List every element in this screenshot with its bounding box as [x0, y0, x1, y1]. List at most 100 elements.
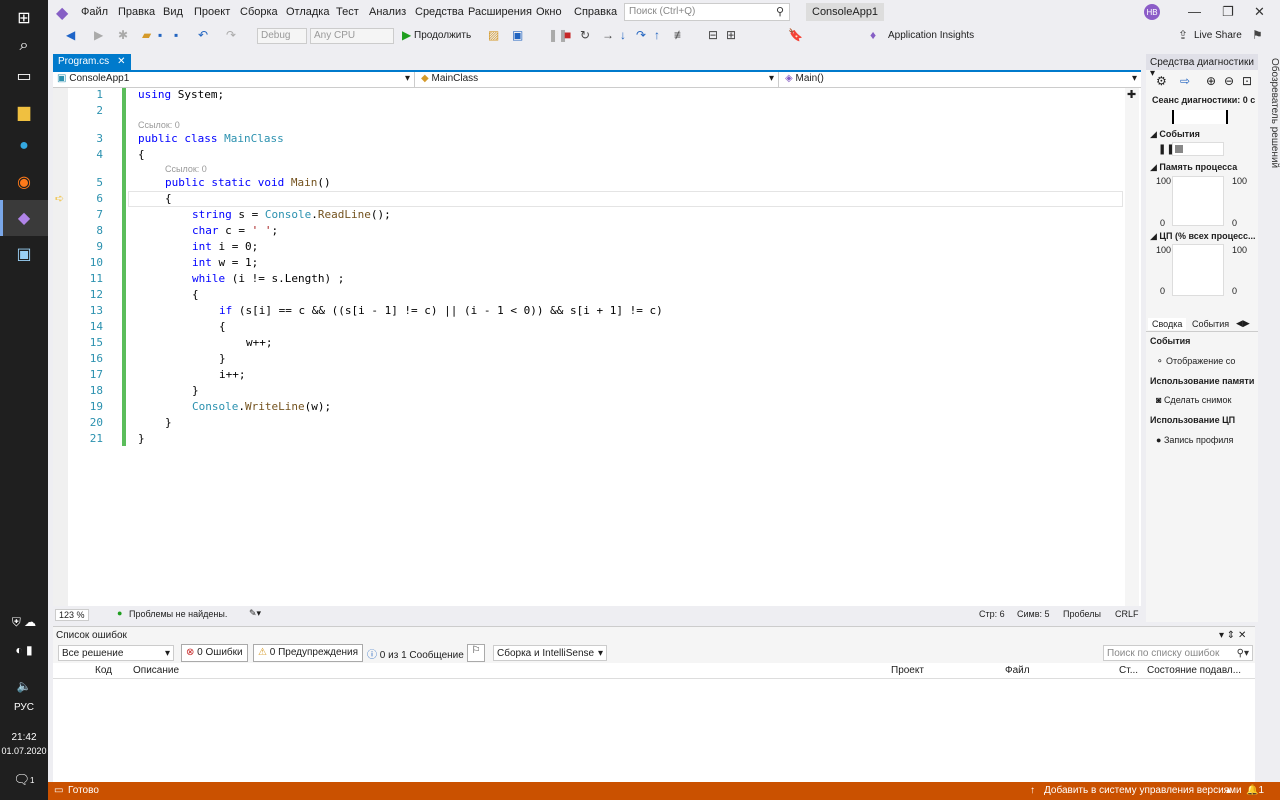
- avatar[interactable]: НВ: [1144, 4, 1160, 20]
- add-to-source-control[interactable]: Добавить в систему управления версиями: [1044, 785, 1242, 796]
- close-icon[interactable]: ✕: [1254, 4, 1265, 20]
- redo-icon[interactable]: ↷: [226, 28, 236, 42]
- split-icon[interactable]: ✚: [1127, 88, 1136, 101]
- col-description[interactable]: Описание: [133, 665, 179, 676]
- project-dropdown[interactable]: ▣ ConsoleApp1 ▾: [53, 72, 415, 87]
- maximize-icon[interactable]: ❐: [1222, 4, 1234, 20]
- code-line[interactable]: int w = 1;: [192, 256, 258, 269]
- code-editor[interactable]: ➪ 1 2 3 4 5 6 7 8 9 10 11 12 13 14 15 16…: [53, 88, 1141, 606]
- codelens-references[interactable]: Ссылок: 0: [138, 120, 180, 130]
- visual-studio-icon[interactable]: ◆: [0, 200, 48, 236]
- clock-time[interactable]: 21:42: [0, 732, 48, 743]
- show-next-statement-icon[interactable]: →: [602, 28, 614, 42]
- language-indicator[interactable]: РУС: [0, 702, 48, 713]
- tab-summary[interactable]: Сводка: [1148, 318, 1187, 330]
- file-explorer-icon[interactable]: ▆: [0, 94, 48, 130]
- menu-view[interactable]: Вид: [163, 6, 183, 18]
- record-profile-button[interactable]: ● Запись профиля: [1156, 435, 1233, 445]
- filter-icon[interactable]: ⚐: [467, 644, 485, 662]
- comment-icon[interactable]: ⊟: [708, 28, 718, 42]
- whitespace-indicator[interactable]: Пробелы: [1063, 609, 1101, 619]
- quick-search-input[interactable]: Поиск (Ctrl+Q): [624, 3, 790, 21]
- tab-events[interactable]: События: [1192, 319, 1229, 329]
- build-filter-select[interactable]: Сборка и IntelliSense ▾: [493, 645, 607, 661]
- scope-select[interactable]: Все решение ▾: [58, 645, 174, 661]
- undo-icon[interactable]: ↶: [198, 28, 208, 42]
- step-into-icon[interactable]: ↓: [620, 28, 626, 42]
- code-line[interactable]: public static void Main(): [165, 176, 331, 189]
- hot-reload-icon[interactable]: ▨: [488, 28, 499, 42]
- cleanup-icon[interactable]: ✎▾: [249, 608, 261, 619]
- export-icon[interactable]: ⇨: [1180, 74, 1190, 88]
- menu-tools[interactable]: Средства: [415, 6, 464, 18]
- col-indicator[interactable]: Симв: 5: [1017, 609, 1050, 619]
- error-search-input[interactable]: Поиск по списку ошибок ⚲▾: [1103, 645, 1253, 661]
- member-dropdown[interactable]: ◈ Main() ▾: [781, 72, 1141, 87]
- code-line[interactable]: }: [165, 416, 172, 429]
- play-icon[interactable]: ▶: [402, 28, 411, 42]
- thread-icon[interactable]: ≢: [674, 28, 686, 42]
- live-share-icon[interactable]: ⇪: [1178, 28, 1188, 42]
- clock-date[interactable]: 01.07.2020: [0, 746, 48, 756]
- panel-window-icons[interactable]: ▾ ⇕ ✕: [1219, 630, 1246, 641]
- codelens-references[interactable]: Ссылок: 0: [165, 164, 207, 174]
- zoom-out-icon[interactable]: ⊖: [1224, 74, 1234, 88]
- step-over-icon[interactable]: ↷: [636, 28, 646, 42]
- col-suppression[interactable]: Состояние подавл...: [1147, 665, 1241, 676]
- open-folder-icon[interactable]: ▰: [142, 28, 151, 42]
- code-line[interactable]: {: [219, 320, 226, 333]
- menu-window[interactable]: Окно: [536, 6, 562, 18]
- code-line[interactable]: }: [138, 432, 145, 445]
- zoom-select[interactable]: 123 %: [55, 609, 89, 621]
- line-indicator[interactable]: Стр: 6: [979, 609, 1005, 619]
- notifications-bell-icon[interactable]: 🔔1: [1246, 785, 1264, 796]
- code-line[interactable]: w++;: [246, 336, 273, 349]
- notifications-icon[interactable]: 🗨 1: [0, 762, 48, 798]
- minimize-icon[interactable]: —: [1188, 4, 1201, 19]
- code-line[interactable]: Console.WriteLine(w);: [192, 400, 331, 413]
- issues-status[interactable]: Проблемы не найдены.: [129, 609, 227, 619]
- col-line[interactable]: Ст...: [1119, 665, 1138, 676]
- new-project-icon[interactable]: ✱: [118, 28, 128, 42]
- code-line[interactable]: while (i != s.Length) ;: [192, 272, 344, 285]
- restart-icon[interactable]: ↻: [580, 28, 590, 42]
- code-line[interactable]: if (s[i] == c && ((s[i - 1] != c) || (i …: [219, 304, 663, 317]
- task-view-icon[interactable]: ▭: [0, 58, 48, 94]
- tray-icons-2[interactable]: ◐ ▮: [0, 632, 48, 668]
- code-line[interactable]: using System;: [138, 88, 224, 101]
- memory-section[interactable]: ◢ Память процесса: [1150, 162, 1237, 173]
- code-line[interactable]: {: [138, 148, 145, 161]
- uncomment-icon[interactable]: ⊞: [726, 28, 736, 42]
- col-project[interactable]: Проект: [891, 665, 924, 676]
- menu-edit[interactable]: Правка: [118, 6, 155, 18]
- reset-zoom-icon[interactable]: ⊡: [1242, 74, 1252, 88]
- show-events-link[interactable]: ⚬ Отображение со: [1156, 356, 1256, 367]
- col-code[interactable]: Код: [95, 665, 112, 676]
- menu-debug[interactable]: Отладка: [286, 6, 329, 18]
- code-line[interactable]: public class MainClass: [138, 132, 284, 145]
- close-icon[interactable]: ✕: [117, 56, 125, 68]
- menu-file[interactable]: Файл: [81, 6, 108, 18]
- zoom-in-icon[interactable]: ⊕: [1206, 74, 1216, 88]
- menu-analyze[interactable]: Анализ: [369, 6, 406, 18]
- vertical-scrollbar[interactable]: ✚: [1125, 88, 1139, 606]
- feedback-icon[interactable]: ⚑: [1252, 28, 1263, 42]
- code-line[interactable]: {: [165, 192, 172, 205]
- solution-explorer-tab[interactable]: Обозреватель решений: [1260, 54, 1280, 622]
- chevron-up-icon[interactable]: ▴: [1226, 785, 1231, 796]
- events-section[interactable]: ◢ События: [1150, 129, 1200, 140]
- messages-filter-button[interactable]: ⓘ 0 из 1 Сообщение: [363, 644, 468, 662]
- warnings-filter-button[interactable]: ⚠ 0 Предупреждения: [253, 644, 364, 662]
- menu-help[interactable]: Справка: [574, 6, 617, 18]
- class-dropdown[interactable]: ◆ MainClass ▾: [417, 72, 779, 87]
- code-line[interactable]: char c = ' ';: [192, 224, 278, 237]
- code-line[interactable]: }: [219, 352, 226, 365]
- telegram-icon[interactable]: ●: [0, 128, 48, 164]
- camera-icon[interactable]: ▣: [512, 28, 523, 42]
- breakpoint-gutter[interactable]: [53, 88, 68, 606]
- chevron-icons[interactable]: ◀▶: [1236, 318, 1250, 329]
- step-out-icon[interactable]: ↑: [654, 28, 660, 42]
- cpu-section[interactable]: ◢ ЦП (% всех процесс...: [1150, 231, 1258, 242]
- tab-program-cs[interactable]: Program.cs ✕: [53, 54, 131, 70]
- save-all-icon[interactable]: ▪: [174, 28, 178, 42]
